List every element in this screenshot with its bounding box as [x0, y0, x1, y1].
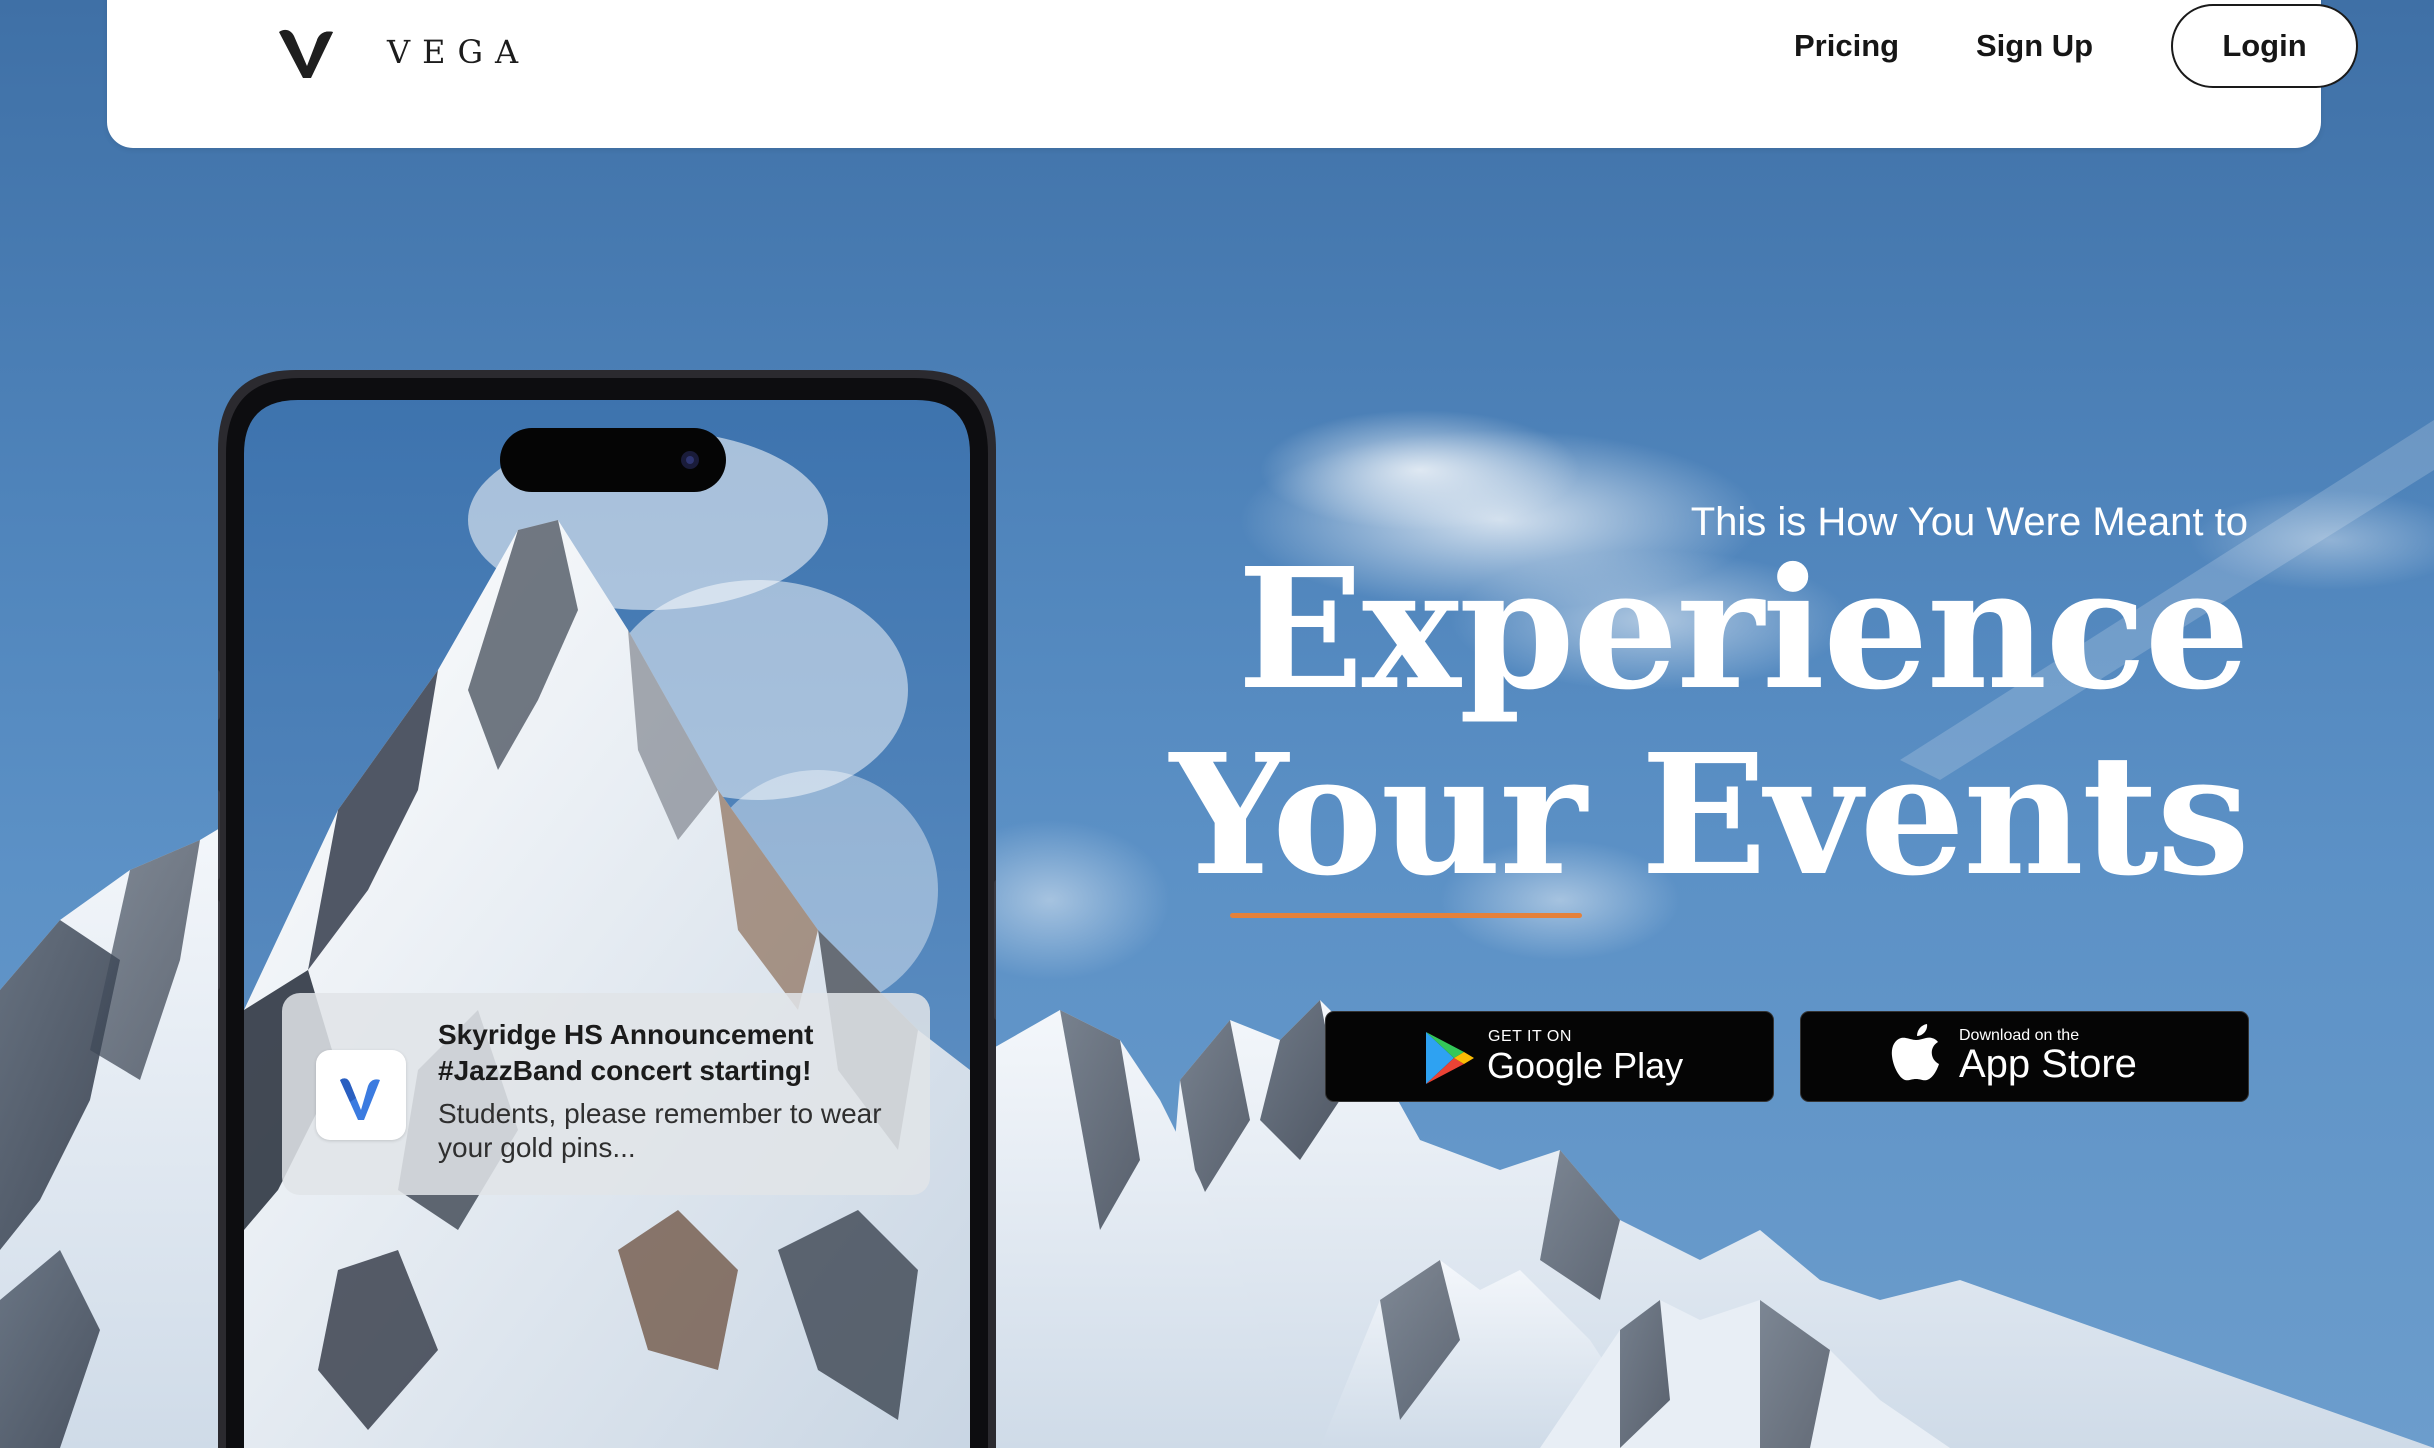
google-play-label: Google Play	[1487, 1045, 1684, 1086]
notification-body: Students, please remember to wear your g…	[438, 1098, 882, 1163]
google-play-icon	[1426, 1032, 1474, 1084]
landing-page: VEGA Pricing Sign Up Login Skyridge HS A…	[0, 0, 2434, 1448]
google-play-button[interactable]: GET IT ON Google Play	[1325, 1011, 1774, 1102]
vega-v-logo-icon[interactable]	[279, 26, 333, 78]
push-notification-card[interactable]: Skyridge HS Announcement #JazzBand conce…	[282, 993, 930, 1195]
vega-app-icon	[316, 1050, 406, 1140]
hero-headline-line1: Experience	[1237, 532, 2250, 727]
nav-link-sign-up[interactable]: Sign Up	[1976, 26, 2093, 66]
login-button[interactable]: Login	[2171, 4, 2358, 88]
nav-link-pricing[interactable]: Pricing	[1794, 26, 1899, 66]
notification-subtitle: #JazzBand concert starting!	[438, 1055, 812, 1086]
app-store-label: App Store	[1959, 1042, 2137, 1086]
apple-icon	[1891, 1024, 1939, 1081]
hero-headline-line2: Your Events	[1169, 718, 2250, 913]
app-store-button[interactable]: Download on the App Store	[1800, 1011, 2249, 1102]
headline-underline-accent	[1230, 913, 1582, 918]
top-navbar: VEGA Pricing Sign Up Login	[107, 0, 2358, 148]
google-play-small-text: GET IT ON	[1488, 1028, 1572, 1045]
phone-frame-image	[218, 370, 996, 1448]
brand-name: VEGA	[387, 33, 531, 71]
notification-title: Skyridge HS Announcement	[438, 1019, 814, 1050]
phone-mockup	[218, 370, 996, 1448]
